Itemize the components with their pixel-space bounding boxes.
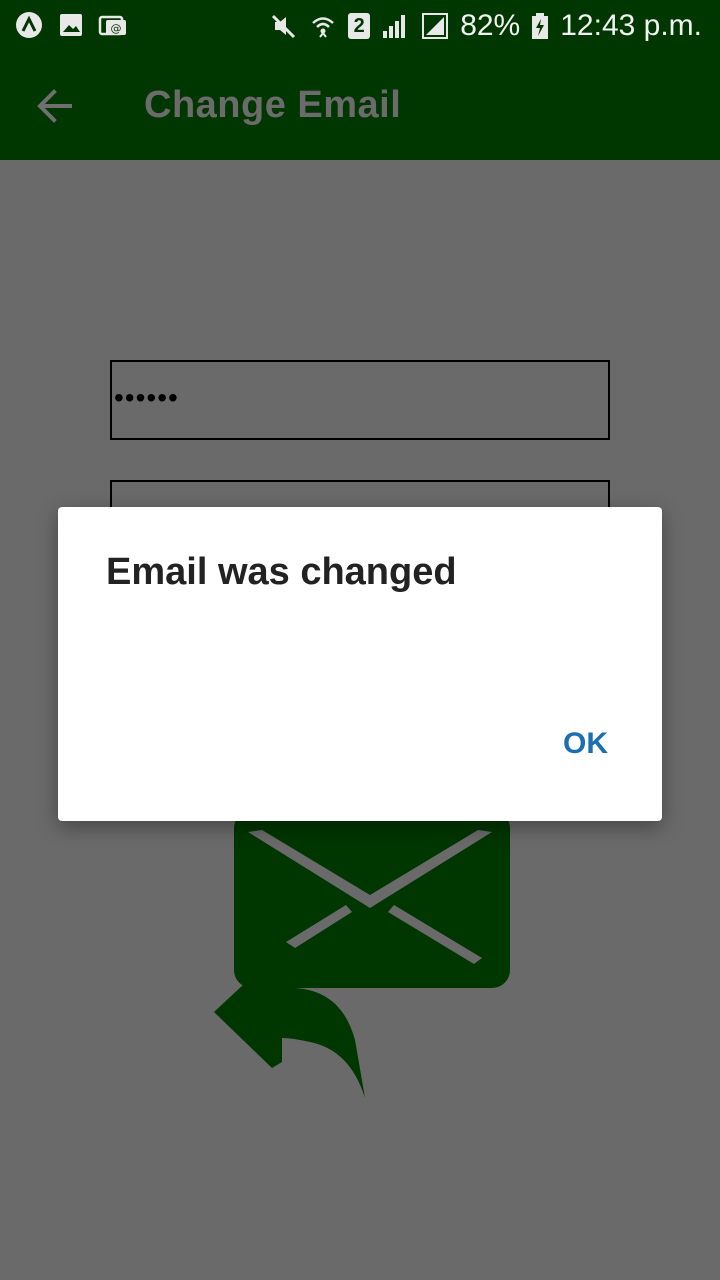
- battery-percent: 82%: [460, 9, 521, 42]
- ok-button[interactable]: OK: [563, 723, 608, 765]
- signal-icon: [383, 15, 406, 38]
- email-changed-dialog: Email was changed OK: [58, 507, 662, 821]
- app-bar: Change Email: [0, 52, 720, 160]
- android-icon: [16, 12, 42, 38]
- wifi-icon: [312, 17, 335, 38]
- image-icon: [60, 14, 82, 36]
- sim-slot-badge: 2: [348, 13, 371, 39]
- email-reply-icon: [214, 810, 510, 1098]
- signal-box-icon: [422, 13, 449, 39]
- status-left-icons: @: [14, 10, 128, 40]
- arrow-left-icon[interactable]: [34, 84, 78, 128]
- email-notification-icon: @: [98, 15, 126, 36]
- mute-icon: [272, 14, 296, 39]
- password-value: ••••••: [114, 382, 179, 413]
- svg-text:@: @: [111, 22, 122, 35]
- status-bar: @ 2 82% 12:43 p.m.: [0, 0, 720, 52]
- status-right-icons: 2 82% 12:43 p.m.: [268, 8, 702, 44]
- password-field[interactable]: ••••••: [110, 360, 610, 440]
- clock: 12:43 p.m.: [560, 9, 702, 42]
- battery-icon: [532, 13, 549, 39]
- dialog-message: Email was changed: [106, 551, 457, 593]
- page-title: Change Email: [144, 84, 402, 126]
